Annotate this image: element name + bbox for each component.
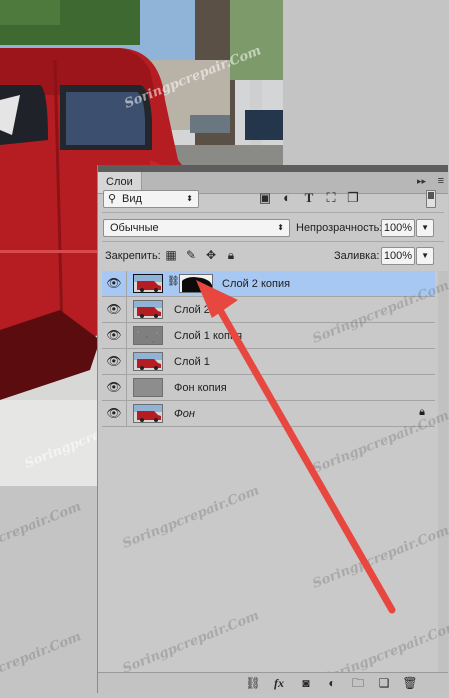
add-mask-icon[interactable]: ◙	[297, 675, 315, 691]
opacity-dropdown-button[interactable]: ▼	[416, 219, 434, 237]
layer-row[interactable]: 👁︎ Слой 2	[102, 297, 435, 323]
watermark-text: Soringpcrepair.Com	[120, 608, 262, 677]
watermark-text: Soringpcrepair.Com	[120, 483, 262, 552]
panel-title-bar[interactable]	[98, 165, 448, 172]
layer-name: Фон	[174, 408, 195, 420]
filter-shape-layers-icon[interactable]: ⛶	[323, 189, 339, 207]
filter-pixel-layers-icon[interactable]: ▣	[257, 189, 273, 207]
filter-smart-objects-icon[interactable]: ❐	[345, 189, 361, 207]
layer-thumbnail[interactable]	[133, 300, 163, 319]
divider	[102, 212, 444, 213]
layer-row[interactable]: 👁︎ Слой 1 копия	[102, 323, 435, 349]
chevron-down-icon: ▼	[421, 251, 429, 260]
layer-row[interactable]: 👁︎ ⛓︎ Слой 2 копия	[102, 271, 435, 297]
divider	[102, 241, 444, 242]
filter-kind-value: Вид	[122, 193, 142, 205]
link-layers-icon[interactable]: ⛓︎	[244, 675, 262, 691]
lock-transparent-pixels-icon[interactable]: ▦	[164, 247, 178, 263]
eye-icon[interactable]: 👁︎	[102, 271, 127, 296]
panel-menu-button[interactable]: ≡	[438, 175, 444, 187]
eye-icon[interactable]: 👁︎	[102, 375, 127, 400]
layer-list-scrollbar[interactable]	[438, 271, 448, 672]
filter-type-layers-icon[interactable]: T	[301, 189, 317, 207]
trash-icon[interactable]: 🗑︎	[401, 675, 419, 691]
lock-icon: 🔒︎	[419, 406, 425, 418]
new-layer-icon[interactable]: ❏	[375, 675, 393, 691]
new-group-icon[interactable]: 🗀︎	[349, 675, 367, 691]
layer-name: Слой 1	[174, 356, 210, 368]
chevron-down-icon: ▼	[421, 223, 429, 232]
layer-filter-kind-select[interactable]: ⚲ Вид ⬍	[103, 190, 199, 208]
lock-label: Закрепить:	[105, 250, 161, 262]
chevron-updown-icon: ⬍	[186, 194, 193, 203]
lock-all-icon[interactable]: 🔒︎	[224, 247, 238, 263]
layer-name: Слой 2	[174, 304, 210, 316]
workspace-background: Soringpcrepair.Com Soringpcrepair.Com	[0, 486, 97, 698]
eye-icon[interactable]: 👁︎	[102, 323, 127, 348]
workspace-background	[283, 0, 449, 165]
layer-row[interactable]: 👁︎ Фон 🔒︎	[102, 401, 435, 427]
layer-name: Фон копия	[174, 382, 227, 394]
layer-thumbnail[interactable]	[133, 352, 163, 371]
chain-icon[interactable]: ⛓︎	[167, 276, 180, 287]
layer-name: Слой 2 копия	[222, 278, 291, 290]
layer-row[interactable]: 👁︎ Слой 1	[102, 349, 435, 375]
layer-thumbnail[interactable]	[133, 274, 163, 293]
lock-position-icon[interactable]: ✥	[204, 247, 218, 263]
new-adjustment-layer-icon[interactable]: ◐	[323, 675, 341, 691]
fill-label: Заливка:	[334, 250, 380, 262]
layer-thumbnail[interactable]	[133, 378, 163, 397]
opacity-input[interactable]: 100%	[381, 219, 415, 237]
opacity-label: Непрозрачность:	[296, 222, 383, 234]
eye-icon[interactable]: 👁︎	[102, 297, 127, 322]
layer-name: Слой 1 копия	[174, 330, 243, 342]
layers-bottom-toolbar: ⛓︎ fx ◙ ◐ 🗀︎ ❏ 🗑︎	[98, 672, 448, 694]
layer-thumbnail[interactable]	[133, 326, 163, 345]
search-icon: ⚲	[108, 193, 117, 205]
layer-mask-thumbnail[interactable]	[179, 274, 213, 293]
eye-icon[interactable]: 👁︎	[102, 349, 127, 374]
filter-toggle-switch[interactable]	[426, 190, 436, 208]
watermark-text: Soringpcrepair.Com	[0, 499, 84, 568]
collapse-panel-button[interactable]: ▸▸	[417, 176, 426, 187]
watermark-text: Soringpcrepair.Com	[310, 523, 449, 592]
layer-style-fx-icon[interactable]: fx	[270, 675, 288, 691]
eye-icon[interactable]: 👁︎	[102, 401, 127, 426]
blend-mode-value: Обычные	[110, 222, 159, 234]
layer-row[interactable]: 👁︎ Фон копия	[102, 375, 435, 401]
fill-dropdown-button[interactable]: ▼	[416, 247, 434, 265]
watermark-text: Soringpcrepair.Com	[0, 629, 84, 698]
blend-mode-select[interactable]: Обычные ⬍	[103, 219, 290, 237]
layer-list: 👁︎ ⛓︎ Слой 2 копия 👁︎ Слой 2 👁︎ Слой 1 к…	[102, 271, 435, 427]
lock-image-pixels-icon[interactable]: ✎	[184, 247, 198, 263]
filter-adjustment-layers-icon[interactable]: ◐	[279, 189, 295, 207]
layer-thumbnail[interactable]	[133, 404, 163, 423]
fill-input[interactable]: 100%	[381, 247, 415, 265]
chevron-updown-icon: ⬍	[277, 223, 284, 232]
layers-panel: Слои ▸▸ ≡ ⚲ Вид ⬍ ▣ ◐ T ⛶ ❐ Обычные ⬍ Не…	[97, 165, 449, 694]
